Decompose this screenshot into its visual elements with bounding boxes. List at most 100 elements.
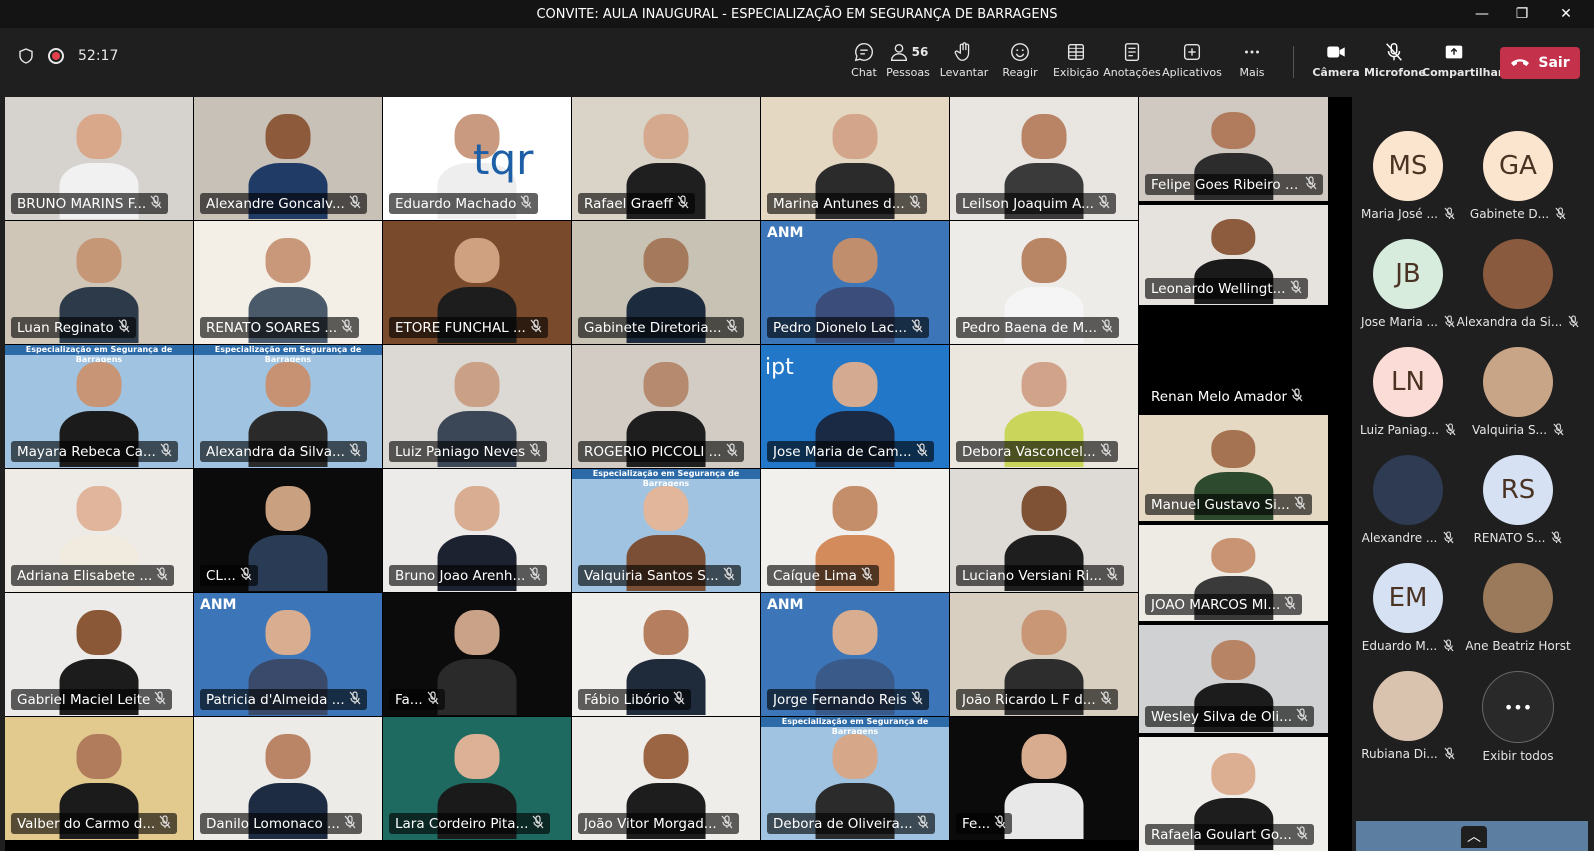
participant-video-tile[interactable]: Luan Reginato xyxy=(5,221,193,344)
participant-card[interactable]: MS Maria José ... xyxy=(1356,131,1460,223)
mic-muted-icon xyxy=(1098,195,1110,212)
video-grid: BRUNO MARINS F... Alexandre Goncalv... tqr… xyxy=(5,97,1352,851)
participant-video-tile[interactable]: Luciano Versiani Ri... xyxy=(950,469,1138,592)
participant-name: ROGERIO PICCOLI ... xyxy=(584,443,722,460)
participant-card[interactable]: GA Gabinete D... xyxy=(1466,131,1570,223)
participant-name: Lara Cordeiro Pita... xyxy=(395,815,529,832)
camera-icon xyxy=(1327,46,1345,58)
participant-card[interactable]: Alexandre ... xyxy=(1356,455,1460,547)
participant-video-tile[interactable]: Fa... xyxy=(383,593,571,716)
participant-video-tile[interactable]: Manuel Gustavo Si... xyxy=(1139,415,1328,521)
participant-video-tile[interactable]: JOAO MARCOS MI... xyxy=(1139,525,1328,621)
participant-video-tile[interactable]: Bruno Joao Arenh... xyxy=(383,469,571,592)
participant-video-tile[interactable]: Especialização em Segurança de Barragens… xyxy=(761,717,949,840)
view-button[interactable]: Exibição xyxy=(1046,40,1106,79)
camera-button[interactable]: Câmera xyxy=(1306,40,1366,79)
participant-card[interactable]: Valquiria S... xyxy=(1466,347,1570,439)
participant-video-tile[interactable]: Especialização em Segurança de Barragens… xyxy=(572,469,760,592)
participant-video-tile[interactable]: Alexandre Goncalv... xyxy=(194,97,382,220)
participant-video-tile[interactable]: CL... xyxy=(194,469,382,592)
participant-video-tile[interactable]: ANM Jorge Fernando Reis xyxy=(761,593,949,716)
mic-muted-icon xyxy=(726,319,738,336)
participant-video-tile[interactable]: João Vitor Morgad... xyxy=(572,717,760,840)
participant-video-tile[interactable]: Lara Cordeiro Pita... xyxy=(383,717,571,840)
participant-video-tile[interactable]: Luiz Paniago Neves xyxy=(383,345,571,468)
participant-video-tile[interactable]: Caíque Lima xyxy=(761,469,949,592)
leave-button[interactable]: Sair xyxy=(1500,47,1580,79)
people-icon xyxy=(890,43,907,61)
mic-muted-icon xyxy=(349,443,361,460)
participant-video-tile[interactable]: BRUNO MARINS F... xyxy=(5,97,193,220)
participant-silhouette xyxy=(248,486,328,591)
mic-muted-icon xyxy=(341,319,353,336)
participant-name-tag: Gabinete Diretoria... xyxy=(578,317,744,338)
participant-video-tile[interactable]: Leilson Joaquim A... xyxy=(950,97,1138,220)
participant-name: ETORE FUNCHAL ... xyxy=(395,319,526,336)
participant-video-tile[interactable]: tqr Eduardo Machado xyxy=(383,97,571,220)
mic-muted-icon xyxy=(1101,319,1113,336)
participant-video-tile[interactable]: ETORE FUNCHAL ... xyxy=(383,221,571,344)
participant-name: Bruno Joao Arenh... xyxy=(395,567,526,584)
participant-card[interactable]: JB Jose Maria ... xyxy=(1356,239,1460,331)
participant-video-tile[interactable]: Danilo Lomonaco ... xyxy=(194,717,382,840)
participant-card[interactable]: Rubiana Di... xyxy=(1356,671,1460,763)
participant-name: Valquiria Santos S... xyxy=(584,567,719,584)
participant-video-tile[interactable]: ANM Patricia d'Almeida ... xyxy=(194,593,382,716)
react-button[interactable]: Reagir xyxy=(990,40,1050,79)
participant-card-name: Luiz Paniag... xyxy=(1356,423,1460,439)
participant-card[interactable]: Alexandra da Si... xyxy=(1457,239,1579,331)
participant-video-tile[interactable]: Adriana Elisabete ... xyxy=(5,469,193,592)
people-button[interactable]: 56 Pessoas xyxy=(878,40,938,79)
participant-name-tag: Leonardo Wellingt... xyxy=(1145,278,1308,299)
participant-card[interactable]: LN Luiz Paniag... xyxy=(1356,347,1460,439)
mic-muted-icon xyxy=(677,195,689,212)
participant-video-tile[interactable]: Rafaela Goulart Go... xyxy=(1139,737,1328,851)
participant-video-tile[interactable]: Pedro Baena de M... xyxy=(950,221,1138,344)
participant-card[interactable]: EM Eduardo M... xyxy=(1356,563,1460,655)
participant-video-tile[interactable]: Fábio Libório xyxy=(572,593,760,716)
participant-video-tile[interactable]: Especialização em Segurança de Barragens… xyxy=(5,345,193,468)
participant-video-tile[interactable]: Wesley Silva de Oli... xyxy=(1139,625,1328,733)
show-all-button[interactable]: ••• Exibir todos xyxy=(1466,671,1570,763)
raise-hand-button[interactable]: Levantar xyxy=(934,40,994,79)
participant-card[interactable]: Ane Beatriz Horst xyxy=(1465,563,1571,653)
close-icon[interactable]: ✕ xyxy=(1546,0,1586,28)
participant-video-tile[interactable]: Fe... xyxy=(950,717,1138,840)
participant-name-tag: BRUNO MARINS F... xyxy=(11,193,169,214)
participant-video-tile[interactable]: Debora Vasconcel... xyxy=(950,345,1138,468)
participant-video-tile[interactable]: ipt Jose Maria de Cam... xyxy=(761,345,949,468)
participant-name: Caíque Lima xyxy=(773,567,857,584)
chevron-up-icon[interactable]: ︿ xyxy=(1461,826,1487,848)
participant-video-tile[interactable]: RENATO SOARES ... xyxy=(194,221,382,344)
participant-video-tile[interactable]: Rafael Graeff xyxy=(572,97,760,220)
participant-name-tag: Jorge Fernando Reis xyxy=(767,689,929,710)
participant-card-name: Alexandra da Si... xyxy=(1457,315,1579,331)
participant-name: João Ricardo L F d... xyxy=(962,691,1096,708)
participant-video-tile[interactable]: Especialização em Segurança de Barragens… xyxy=(194,345,382,468)
participant-name-tag: Adriana Elisabete ... xyxy=(11,565,175,586)
more-button[interactable]: Mais xyxy=(1222,40,1282,79)
participant-video-tile[interactable]: Renan Melo Amador xyxy=(1139,309,1328,413)
microphone-button[interactable]: Microfone xyxy=(1364,40,1426,79)
participant-video-tile[interactable]: Marina Antunes d... xyxy=(761,97,949,220)
maximize-icon[interactable]: ❐ xyxy=(1502,0,1542,28)
avatar: GA xyxy=(1483,131,1553,201)
participant-video-tile[interactable]: João Ricardo L F d... xyxy=(950,593,1138,716)
participant-video-tile[interactable]: Gabriel Maciel Leite xyxy=(5,593,193,716)
participant-card-name: Valquiria S... xyxy=(1466,423,1570,439)
participant-video-tile[interactable]: ROGERIO PICCOLI ... xyxy=(572,345,760,468)
apps-button[interactable]: Aplicativos xyxy=(1162,40,1222,79)
participant-name-tag: Luan Reginato xyxy=(11,317,136,338)
participant-card[interactable]: RS RENATO S... xyxy=(1466,455,1570,547)
participant-video-tile[interactable]: Leonardo Wellingt... xyxy=(1139,205,1328,305)
notes-button[interactable]: Anotações xyxy=(1102,40,1162,79)
participant-name-tag: Caíque Lima xyxy=(767,565,879,586)
participant-video-tile[interactable]: Gabinete Diretoria... xyxy=(572,221,760,344)
minimize-icon[interactable]: — xyxy=(1462,0,1502,28)
participant-video-tile[interactable]: Felipe Goes Ribeiro B... xyxy=(1139,97,1328,201)
mic-muted-icon xyxy=(1553,423,1564,439)
participant-name-tag: Jose Maria de Cam... xyxy=(767,441,934,462)
share-button[interactable]: Compartilhar xyxy=(1422,40,1503,79)
participant-video-tile[interactable]: ANM Pedro Dionelo Lac... xyxy=(761,221,949,344)
participant-video-tile[interactable]: Valber do Carmo d... xyxy=(5,717,193,840)
